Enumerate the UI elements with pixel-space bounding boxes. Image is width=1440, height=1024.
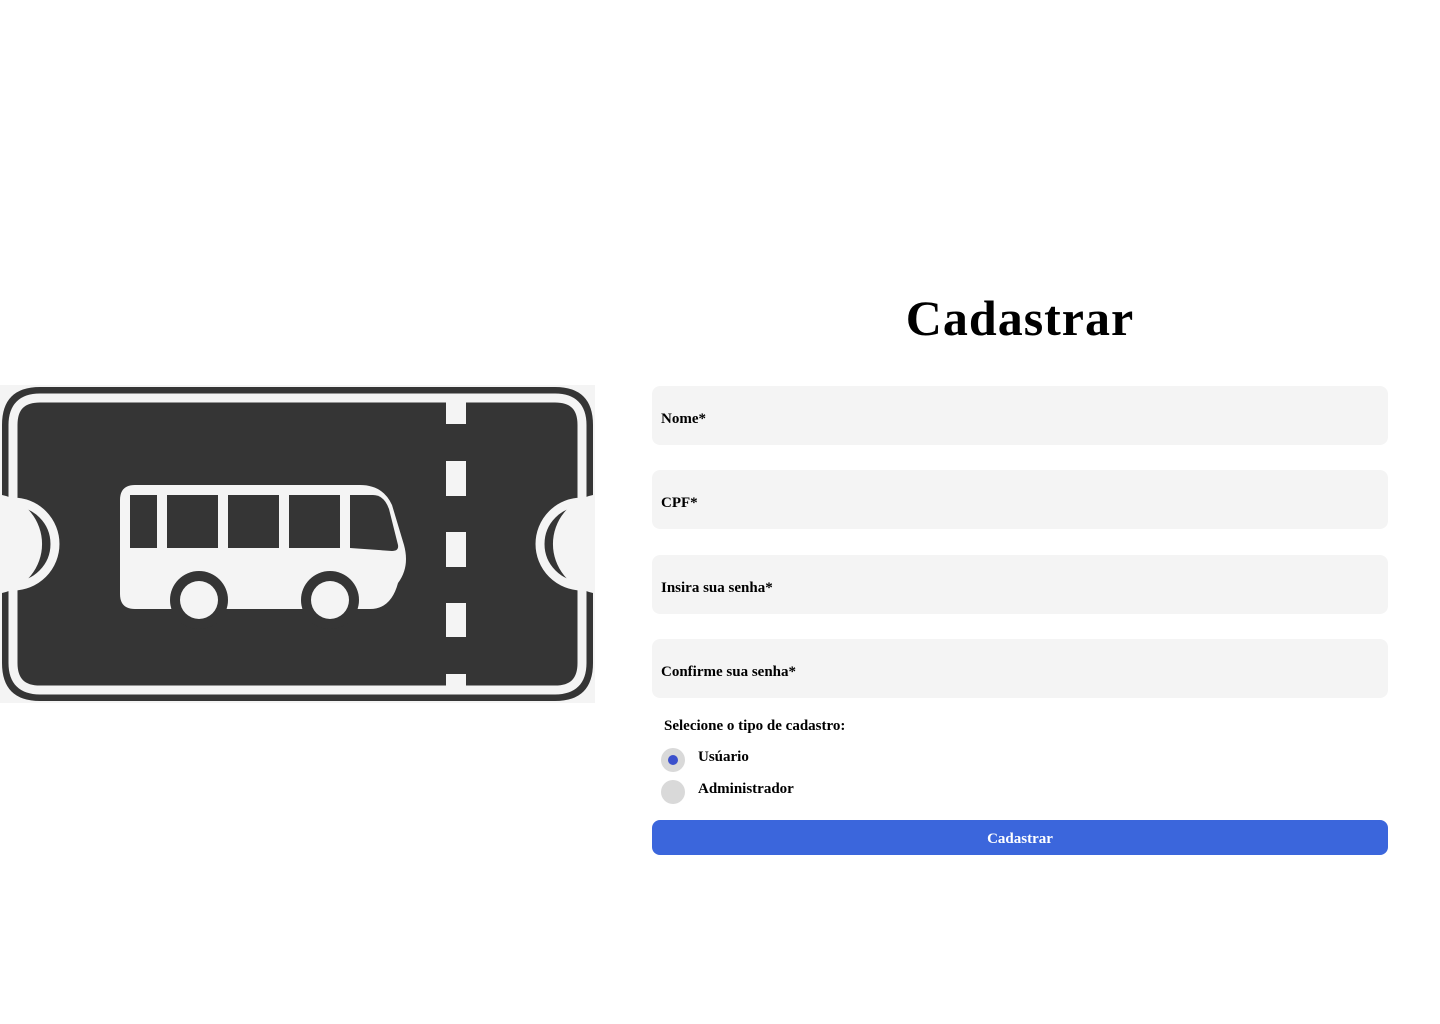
signup-page: Cadastrar Nome* CPF* Insira sua senha* C… <box>0 0 1440 1024</box>
account-type-label: Selecione o tipo de cadastro: <box>664 718 846 734</box>
confirm-password-field-label: Confirme sua senha* <box>661 664 797 680</box>
name-field[interactable]: Nome* <box>652 386 1388 445</box>
password-field[interactable]: Insira sua senha* <box>652 555 1388 614</box>
radio-option-usuario[interactable]: Usúario <box>661 748 961 772</box>
bus-ticket-icon <box>2 387 593 701</box>
cpf-field[interactable]: CPF* <box>652 470 1388 529</box>
usuario-radio-label[interactable]: Usúario <box>698 748 749 766</box>
administrador-radio-label[interactable]: Administrador <box>698 780 794 798</box>
submit-button[interactable]: Cadastrar <box>652 820 1388 855</box>
cpf-field-label: CPF* <box>661 495 698 511</box>
administrador-radio[interactable] <box>661 780 685 804</box>
name-field-label: Nome* <box>661 411 706 427</box>
bus-ticket-illustration <box>0 385 595 703</box>
form-title: Cadastrar <box>905 290 1135 346</box>
radio-option-administrador[interactable]: Administrador <box>661 780 961 804</box>
confirm-password-field[interactable]: Confirme sua senha* <box>652 639 1388 698</box>
usuario-radio[interactable] <box>661 748 685 772</box>
radio-selected-dot <box>668 755 678 765</box>
password-field-label: Insira sua senha* <box>661 580 773 596</box>
